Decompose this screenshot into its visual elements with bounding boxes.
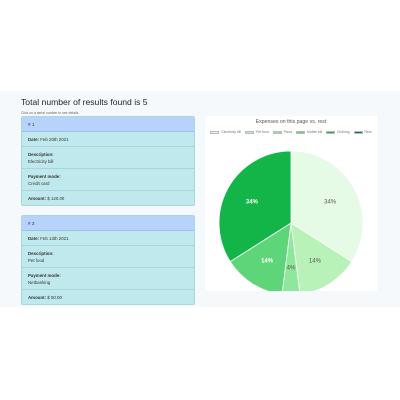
payment-label: Payment mode: [28, 273, 61, 278]
payment-value: Credit card [28, 181, 50, 186]
amount-label: Amount: [28, 196, 47, 201]
payment-label: Payment mode: [28, 174, 61, 179]
date-row: Date: Feb 20th 2021 [22, 132, 194, 147]
pie-svg: 34% 14% 4% 14% 34% [218, 150, 364, 291]
description-value: Electricity bill [28, 159, 54, 164]
date-label: Date: [28, 137, 39, 142]
description-label: Description: [28, 251, 54, 256]
payment-value: Netbanking [28, 280, 51, 285]
amount-value: $ 120.00 [47, 196, 65, 201]
serial-number-link[interactable]: # 3 [22, 216, 194, 231]
serial-number-link[interactable]: # 1 [22, 117, 194, 132]
description-value: Pet food [28, 258, 45, 263]
date-value: Feb 13th 2021 [40, 236, 69, 241]
description-label: Description: [28, 152, 54, 157]
amount-row: Amount: $ 50.00 [22, 290, 194, 304]
expense-card: # 3 Date: Feb 13th 2021 Description: Pet… [21, 215, 195, 305]
amount-row: Amount: $ 120.00 [22, 191, 194, 205]
results-hint: Click on a serial number to see details. [21, 111, 80, 115]
pie-slice-label: 4% [287, 266, 296, 272]
date-label: Date: [28, 236, 39, 241]
pie-slice-label: 14% [309, 259, 322, 265]
results-section: Total number of results found is 5 Click… [0, 91, 400, 307]
date-value: Feb 20th 2021 [40, 137, 69, 142]
payment-row: Payment mode: Credit card [22, 169, 194, 191]
description-row: Description: Pet food [22, 246, 194, 268]
pie-slice-label: 34% [246, 199, 259, 205]
pie-slice-label: 14% [261, 259, 274, 265]
results-heading: Total number of results found is 5 [21, 97, 148, 107]
date-row: Date: Feb 13th 2021 [22, 231, 194, 246]
description-row: Description: Electricity bill [22, 147, 194, 169]
expenses-pie-chart: Expenses on this page vs. rest Electrici… [205, 116, 377, 291]
pie-slice-label: 34% [324, 199, 337, 205]
amount-value: $ 50.00 [47, 295, 62, 300]
payment-row: Payment mode: Netbanking [22, 268, 194, 290]
amount-label: Amount: [28, 295, 47, 300]
expense-card: # 1 Date: Feb 20th 2021 Description: Ele… [21, 116, 195, 206]
